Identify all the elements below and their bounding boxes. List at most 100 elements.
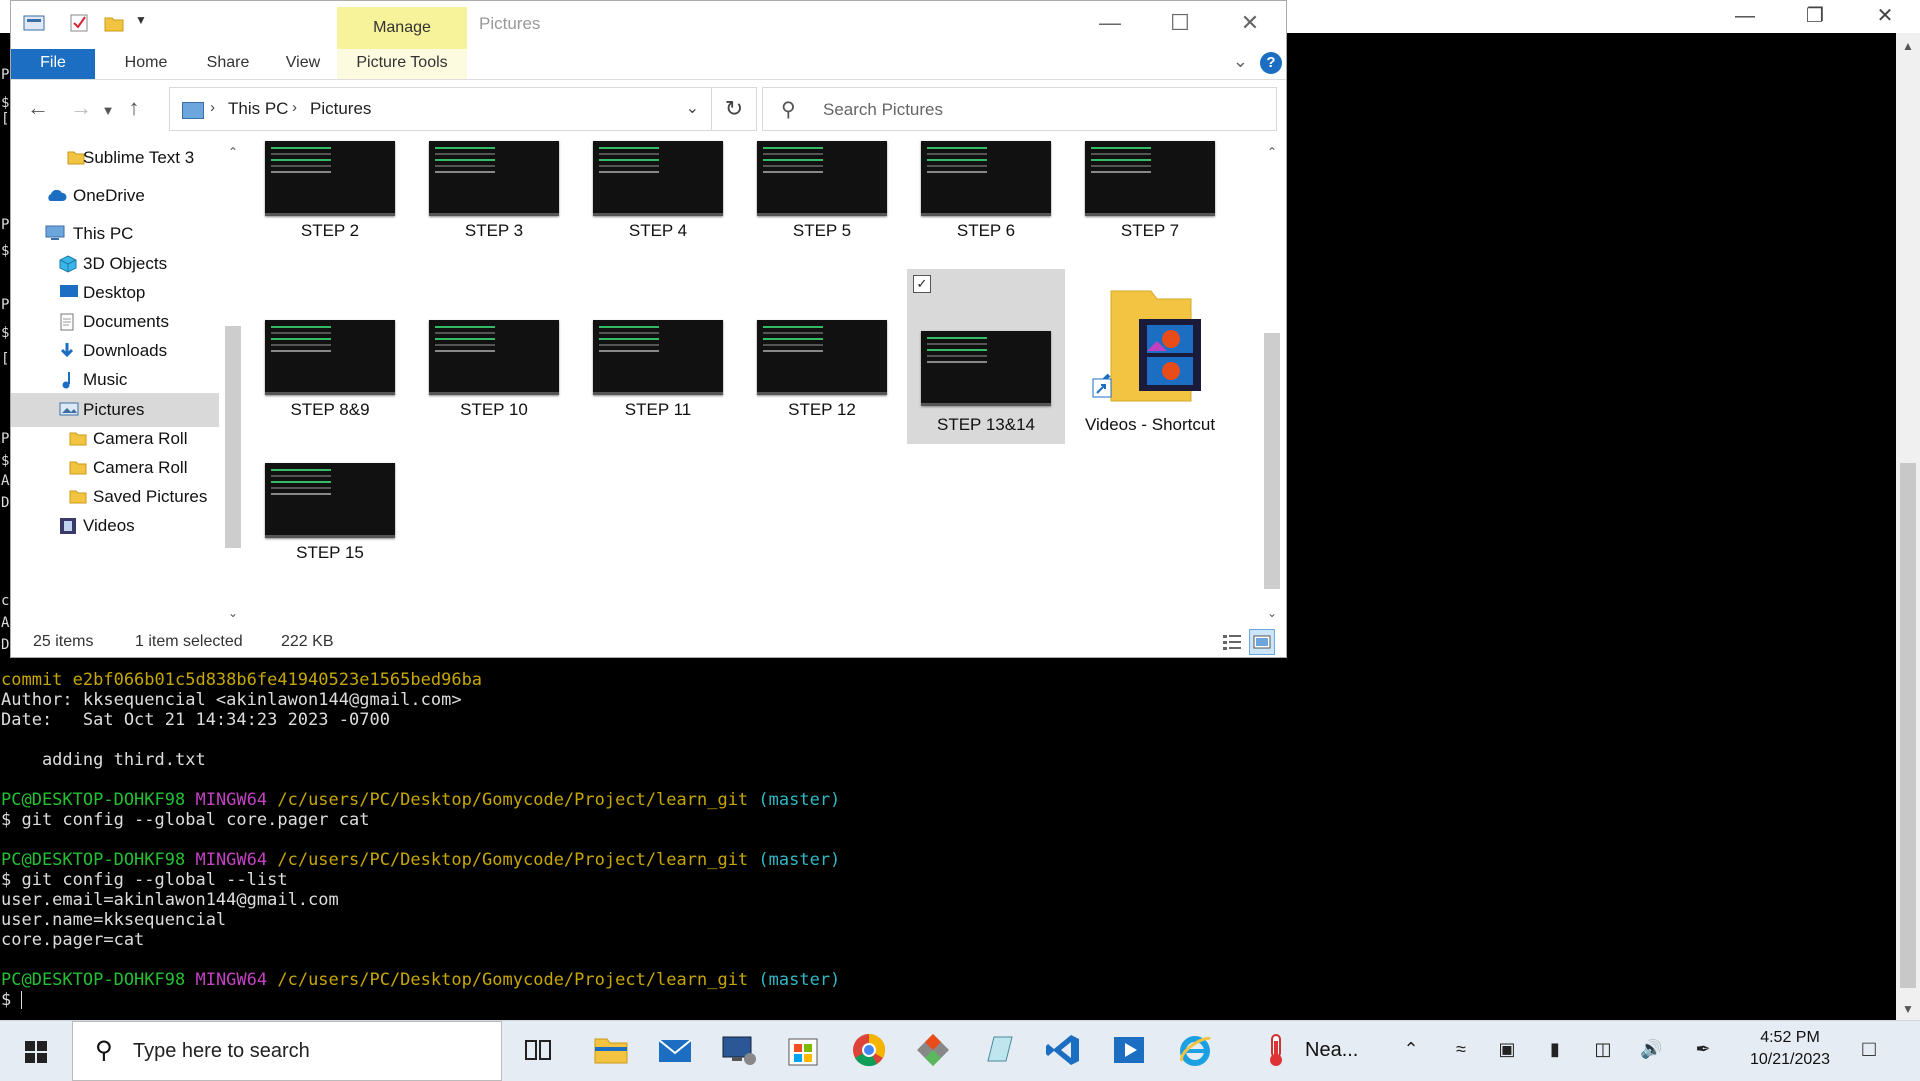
task-view-icon[interactable] xyxy=(520,1031,558,1069)
media-player-icon[interactable] xyxy=(1110,1031,1148,1069)
scroll-up-arrow-icon[interactable]: ⌃ xyxy=(1261,145,1283,159)
file-list-scroll-thumb[interactable] xyxy=(1264,333,1280,589)
nav-item-videos[interactable]: Videos xyxy=(11,509,219,543)
file-name: STEP 4 xyxy=(628,221,688,240)
details-view-button[interactable] xyxy=(1219,629,1245,655)
file-tile[interactable]: STEP 12 xyxy=(743,306,901,481)
chrome-icon[interactable] xyxy=(850,1031,888,1069)
tab-view[interactable]: View xyxy=(273,49,333,79)
remote-desktop-icon[interactable] xyxy=(720,1031,758,1069)
nav-item-music[interactable]: Music xyxy=(11,363,219,397)
terminal-edge-char: c xyxy=(1,593,10,609)
git-gui-icon[interactable] xyxy=(914,1031,952,1069)
explorer-app-icon[interactable] xyxy=(23,13,45,33)
file-tile[interactable]: STEP 5 xyxy=(743,127,901,302)
address-dropdown-chevron-icon[interactable]: ⌄ xyxy=(686,98,699,118)
window-title: Pictures xyxy=(479,14,541,33)
taskbar-clock[interactable]: 4:52 PM 10/21/2023 xyxy=(1735,1027,1845,1071)
file-name: STEP 12 xyxy=(788,400,856,419)
image-thumbnail xyxy=(921,331,1051,406)
microsoft-store-icon[interactable] xyxy=(784,1031,822,1069)
taskbar-search-box[interactable]: ⚲ Type here to search xyxy=(72,1021,502,1081)
refresh-button[interactable]: ↻ xyxy=(711,87,757,131)
terminal-minimize-button[interactable]: — xyxy=(1710,0,1780,33)
notepad-icon[interactable] xyxy=(980,1031,1018,1069)
terminal-scroll-thumb[interactable] xyxy=(1900,463,1916,988)
thermometer-weather-icon[interactable] xyxy=(1258,1031,1296,1069)
selection-checkbox[interactable]: ✓ xyxy=(913,275,931,293)
ribbon-tabs: File Home Share View Picture Tools ⌄ ? xyxy=(11,49,1286,80)
navigation-scroll-thumb[interactable] xyxy=(225,326,241,548)
file-list[interactable]: STEP 2 STEP 3 STEP 4 STEP 5 STEP 6 STEP 7 STEP… xyxy=(251,141,1251,624)
terminal-cursor[interactable] xyxy=(21,991,23,1009)
file-tile[interactable]: STEP 10 xyxy=(415,306,573,481)
scroll-down-arrow-icon[interactable]: ▼ xyxy=(1896,1002,1920,1016)
file-tile[interactable]: STEP 2 xyxy=(251,127,409,302)
terminal-close-button[interactable]: ✕ xyxy=(1850,0,1920,33)
tab-file[interactable]: File xyxy=(11,49,95,79)
terminal-output[interactable]: commit e2bf066b01c5d838b6fe41940523e1565… xyxy=(1,670,1891,1010)
file-tile[interactable]: STEP 11 xyxy=(579,306,737,481)
search-box[interactable]: ⚲ xyxy=(762,87,1277,131)
minimize-button[interactable]: — xyxy=(1075,1,1145,45)
help-icon[interactable]: ? xyxy=(1260,52,1282,74)
volume-icon[interactable]: 🔊 xyxy=(1640,1038,1662,1060)
display-sync-icon[interactable]: ◫ xyxy=(1592,1038,1614,1060)
maximize-button[interactable]: ☐ xyxy=(1145,1,1215,45)
manage-tab[interactable]: Manage xyxy=(337,7,467,49)
navigation-pane[interactable]: Sublime Text 3 OneDrive This PC 3D Objects D… xyxy=(11,141,221,624)
windows-start-icon[interactable] xyxy=(0,1021,70,1081)
nav-item-this-pc[interactable]: This PC xyxy=(11,217,219,251)
terminal-scrollbar[interactable]: ▲ ▼ xyxy=(1896,33,1920,1020)
ribbon-collapse-chevron-icon[interactable]: ⌄ xyxy=(1233,51,1248,72)
customize-qat-dropdown-icon[interactable]: ▼ xyxy=(135,13,157,33)
properties-check-icon[interactable] xyxy=(69,13,91,33)
scroll-down-arrow-icon[interactable]: ⌄ xyxy=(222,606,244,620)
file-tile[interactable]: STEP 3 xyxy=(415,127,573,302)
notification-center-icon[interactable]: □ xyxy=(1858,1038,1880,1060)
up-arrow-icon[interactable]: ↑ xyxy=(119,95,149,121)
navigation-pane-scrollbar[interactable]: ⌃ ⌄ xyxy=(222,141,244,624)
vscode-icon[interactable] xyxy=(1044,1031,1082,1069)
battery-icon[interactable]: ▮ xyxy=(1544,1038,1566,1060)
forward-arrow-icon[interactable]: → xyxy=(66,95,96,121)
internet-explorer-icon[interactable] xyxy=(1176,1031,1214,1069)
close-button[interactable]: ✕ xyxy=(1215,1,1285,45)
pen-ink-icon[interactable]: ✒ xyxy=(1692,1038,1714,1060)
clock-date: 10/21/2023 xyxy=(1749,1051,1831,1068)
file-explorer-window[interactable]: ▼ Manage Pictures — ☐ ✕ File Home Share … xyxy=(10,0,1287,658)
file-tile[interactable]: Videos - Shortcut xyxy=(1071,269,1229,444)
weather-label[interactable]: Nea... xyxy=(1305,1039,1358,1062)
breadcrumb-this-pc[interactable]: This PC xyxy=(228,99,288,119)
scroll-up-arrow-icon[interactable]: ⌃ xyxy=(222,145,244,159)
mail-icon[interactable] xyxy=(656,1031,694,1069)
device-icon[interactable]: ▣ xyxy=(1496,1038,1518,1060)
large-icons-view-button[interactable] xyxy=(1249,629,1275,655)
tab-picture-tools[interactable]: Picture Tools xyxy=(337,49,467,79)
file-name: STEP 2 xyxy=(300,221,360,240)
nav-item-onedrive[interactable]: OneDrive xyxy=(11,179,219,213)
address-bar[interactable]: › This PC › Pictures ⌄ xyxy=(169,87,712,131)
show-hidden-icons-chevron-icon[interactable]: ⌃ xyxy=(1400,1038,1422,1060)
search-input[interactable] xyxy=(821,96,1255,124)
tab-share[interactable]: Share xyxy=(193,49,263,79)
file-name: STEP 15 xyxy=(296,543,364,562)
tab-home[interactable]: Home xyxy=(111,49,181,79)
file-tile[interactable]: STEP 15 xyxy=(251,449,409,624)
new-folder-icon[interactable] xyxy=(103,13,125,33)
file-tile[interactable]: STEP 4 xyxy=(579,127,737,302)
file-list-scrollbar[interactable]: ⌃ ⌄ xyxy=(1261,141,1283,624)
terminal-restore-button[interactable]: ❐ xyxy=(1780,0,1850,33)
folder-icon xyxy=(69,430,87,446)
breadcrumb-pictures[interactable]: Pictures xyxy=(310,99,371,119)
terminal-text: adding third.txt xyxy=(1,750,206,770)
wifi-icon[interactable]: ≈ xyxy=(1450,1038,1472,1060)
nav-item-sublime-text-3[interactable]: Sublime Text 3 xyxy=(11,141,219,175)
scroll-down-arrow-icon[interactable]: ⌄ xyxy=(1261,606,1283,620)
file-explorer-icon[interactable] xyxy=(592,1031,630,1069)
file-tile[interactable]: ✓ STEP 13&14 xyxy=(907,269,1065,444)
back-arrow-icon[interactable]: ← xyxy=(23,95,53,121)
scroll-up-arrow-icon[interactable]: ▲ xyxy=(1896,39,1920,53)
folder-icon xyxy=(69,459,87,475)
